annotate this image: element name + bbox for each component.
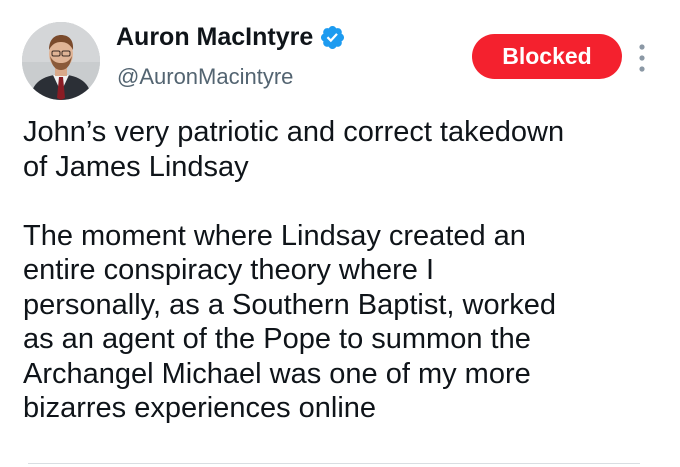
user-handle[interactable]: @AuronMacintyre	[117, 62, 293, 92]
name-row: Auron MacIntyre	[116, 21, 346, 53]
tweet: Auron MacIntyre @AuronMacintyre Blocked …	[0, 0, 680, 467]
avatar[interactable]	[22, 22, 100, 100]
tweet-paragraph: The moment where Lindsay created an enti…	[23, 219, 557, 425]
profile-photo	[22, 22, 100, 100]
tweet-text: John’s very patriotic and correct takedo…	[23, 115, 673, 426]
tweet-paragraph: John’s very patriotic and correct takedo…	[23, 116, 565, 183]
verified-badge-icon	[319, 24, 346, 51]
more-vertical-icon[interactable]	[632, 40, 652, 76]
display-name[interactable]: Auron MacIntyre	[116, 21, 313, 53]
blocked-button[interactable]: Blocked	[472, 34, 622, 79]
divider	[28, 463, 640, 464]
